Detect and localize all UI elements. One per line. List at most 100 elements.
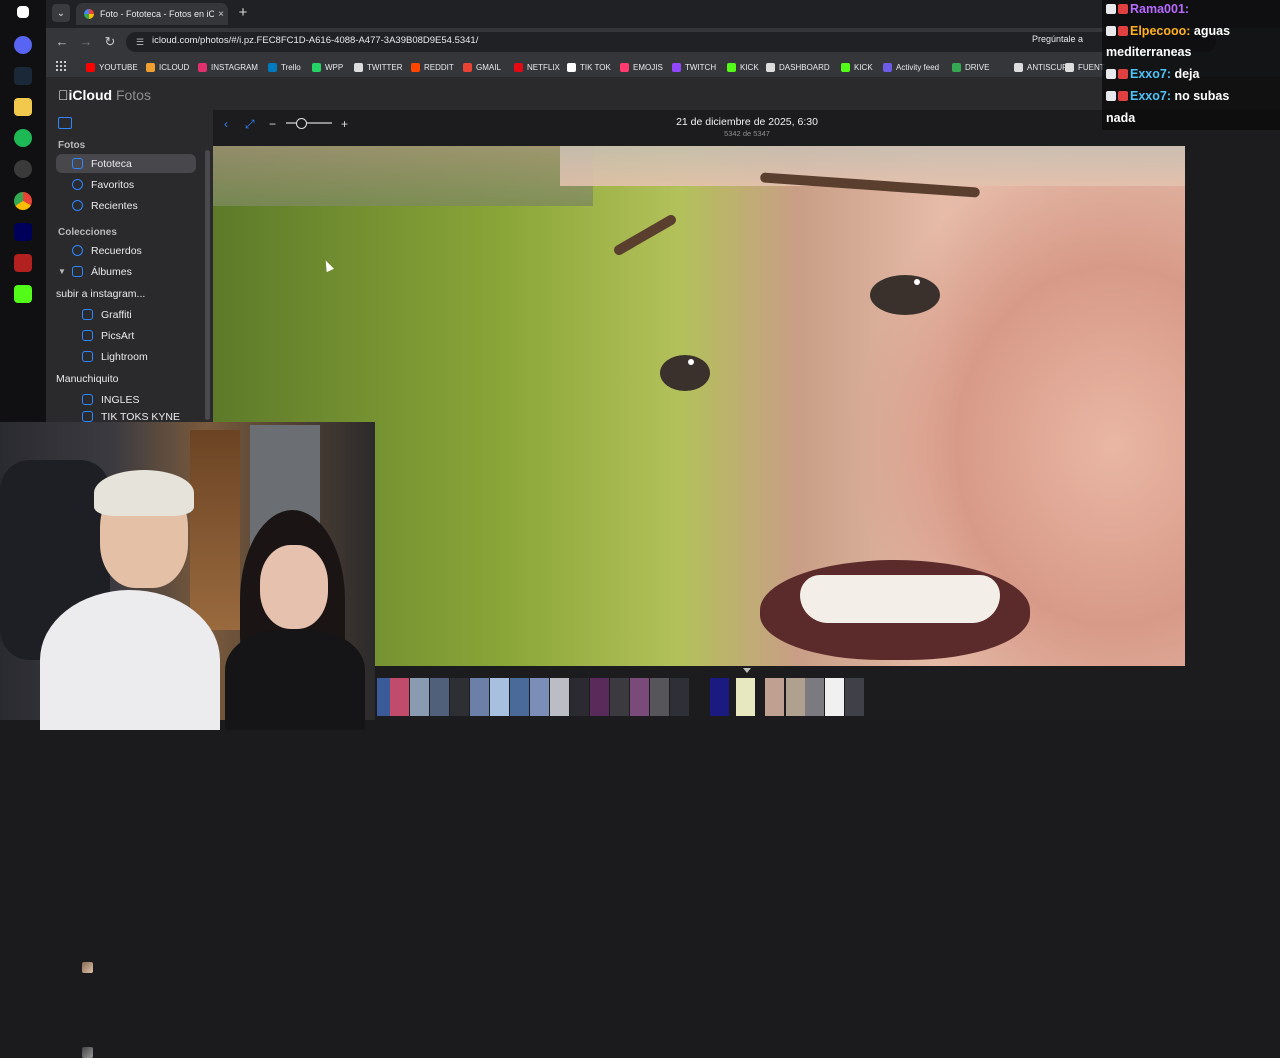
filmstrip-thumbnail[interactable] — [390, 678, 409, 716]
bookmark-item[interactable]: DASHBOARD — [766, 60, 830, 74]
bookmark-item[interactable]: DRIVE — [952, 60, 989, 74]
chat-message: Exxo7: deja — [1106, 67, 1199, 81]
bookmark-item[interactable]: Trello — [268, 60, 301, 74]
kick-icon[interactable] — [14, 285, 32, 303]
filmstrip-thumbnail[interactable] — [590, 678, 609, 716]
sidebar-toggle-icon[interactable] — [58, 117, 72, 129]
bookmark-item[interactable]: ICLOUD — [146, 60, 189, 74]
chat-username[interactable]: Exxo7: — [1130, 67, 1174, 81]
filmstrip-thumbnail[interactable] — [630, 678, 649, 716]
reload-icon[interactable]: ↻ — [102, 34, 118, 50]
new-tab-button[interactable]: + — [236, 5, 250, 21]
chat-username[interactable]: Exxo7: — [1130, 89, 1174, 103]
filmstrip-thumbnail[interactable] — [786, 678, 805, 716]
album-item[interactable]: TIK TOKS KYNE — [56, 411, 196, 422]
bookmark-favicon-icon — [1014, 62, 1023, 72]
ask-button[interactable]: Pregúntale a — [1032, 34, 1083, 44]
album-item[interactable]: subir a instagram... — [56, 284, 196, 973]
bookmark-item[interactable]: INSTAGRAM — [198, 60, 258, 74]
premiere-icon[interactable] — [14, 223, 32, 241]
bookmark-item[interactable]: TWITTER — [354, 60, 403, 74]
album-label: Graffiti — [101, 308, 132, 321]
sidebar-item-fototeca[interactable]: Fototeca — [56, 154, 196, 173]
chrome-icon[interactable] — [14, 192, 32, 210]
chat-message: Elpecooo: aguas — [1106, 24, 1230, 38]
bookmark-item[interactable]: ANTISCUFF — [1014, 60, 1072, 74]
chat-username[interactable]: Rama001: — [1130, 2, 1189, 16]
bookmark-item[interactable]: EMOJIS — [620, 60, 663, 74]
album-item[interactable]: INGLES — [56, 390, 196, 409]
bookmark-item[interactable]: KICK — [727, 60, 759, 74]
windows-start-icon[interactable] — [17, 6, 29, 18]
bookmark-item[interactable]: GMAIL — [463, 60, 501, 74]
filmstrip-thumbnail[interactable] — [550, 678, 569, 716]
bookmark-item[interactable]: KICK — [841, 60, 873, 74]
app-icon[interactable] — [14, 254, 32, 272]
chat-username[interactable]: Elpecooo: — [1130, 24, 1194, 38]
album-item[interactable]: PicsArt — [56, 326, 196, 345]
filmstrip-thumbnail[interactable] — [825, 678, 844, 716]
forward-icon[interactable]: → — [78, 34, 94, 50]
filmstrip-thumbnail[interactable] — [736, 678, 755, 716]
filmstrip-thumbnail[interactable] — [710, 678, 729, 716]
bookmark-item[interactable]: WPP — [312, 60, 343, 74]
filmstrip-thumbnail[interactable] — [470, 678, 489, 716]
filmstrip-thumbnail[interactable] — [845, 678, 864, 716]
zoom-out-button[interactable]: − — [269, 117, 276, 131]
sidebar-item-albumes[interactable]: Álbumes — [56, 262, 196, 281]
file-explorer-icon[interactable] — [14, 98, 32, 116]
tab-search-icon[interactable]: ⌄ — [52, 4, 70, 22]
album-item[interactable]: Lightroom — [56, 347, 196, 366]
site-info-icon[interactable]: ☰ — [134, 36, 146, 48]
library-icon — [72, 158, 83, 169]
spotify-icon[interactable] — [14, 129, 32, 147]
mod-badge-icon — [1118, 4, 1128, 14]
url-text[interactable]: icloud.com/photos/#/i.pz.FEC8FC1D-A616-4… — [152, 35, 478, 46]
bookmark-favicon-icon — [1065, 62, 1074, 72]
filmstrip-thumbnail[interactable] — [430, 678, 449, 716]
bookmark-item[interactable]: NETFLIX — [514, 60, 560, 74]
filmstrip-thumbnail[interactable] — [670, 678, 689, 716]
bookmark-favicon-icon — [411, 62, 420, 72]
filmstrip-thumbnail[interactable] — [570, 678, 589, 716]
bookmark-item[interactable]: Activity feed — [883, 60, 939, 74]
filmstrip-thumbnail[interactable] — [765, 678, 784, 716]
sidebar-scrollbar[interactable] — [205, 150, 210, 420]
discord-icon[interactable] — [14, 36, 32, 54]
sidebar-item-favoritos[interactable]: Favoritos — [56, 175, 196, 194]
sidebar-item-recientes[interactable]: Recientes — [56, 196, 196, 215]
back-icon[interactable]: ← — [54, 34, 70, 50]
fullscreen-icon[interactable]: ⤢ — [245, 117, 255, 132]
zoom-in-button[interactable]: + — [341, 117, 348, 131]
filmstrip-thumbnail[interactable] — [510, 678, 529, 716]
bookmark-item[interactable]: REDDIT — [411, 60, 454, 74]
bookmark-item[interactable]: TWITCH — [672, 60, 716, 74]
zoom-slider[interactable] — [286, 122, 332, 124]
bookmark-item[interactable]: FUENT — [1065, 60, 1105, 74]
filmstrip-thumbnail[interactable] — [610, 678, 629, 716]
obs-icon[interactable] — [14, 160, 32, 178]
album-item[interactable]: Graffiti — [56, 305, 196, 324]
filmstrip-thumbnail[interactable] — [490, 678, 509, 716]
browser-tab[interactable]: Foto - Fototeca - Fotos en iCloud × — [76, 3, 228, 25]
filmstrip-thumbnail[interactable] — [805, 678, 824, 716]
bookmark-item[interactable]: TIK TOK — [567, 60, 611, 74]
steam-icon[interactable] — [14, 67, 32, 85]
filmstrip-thumbnail[interactable] — [650, 678, 669, 716]
bookmark-label: FUENT — [1078, 62, 1105, 72]
bookmark-favicon-icon — [883, 62, 892, 72]
filmstrip-thumbnail[interactable] — [410, 678, 429, 716]
bookmark-label: TWITTER — [367, 62, 403, 72]
album-item[interactable]: Manuchiquito — [56, 369, 196, 1058]
icloud-logo[interactable]: iCloud Fotos — [58, 87, 151, 103]
filmstrip-thumbnail[interactable] — [450, 678, 469, 716]
zoom-slider-handle[interactable] — [295, 118, 307, 129]
bookmark-item[interactable]: YOUTUBE — [86, 60, 138, 74]
filmstrip-thumbnail[interactable] — [530, 678, 549, 716]
apps-grid-icon[interactable] — [56, 61, 66, 71]
sidebar-item-recuerdos[interactable]: Recuerdos — [56, 241, 196, 260]
bookmark-label: ICLOUD — [159, 62, 190, 72]
album-label: Lightroom — [101, 350, 148, 363]
back-chevron-icon[interactable]: ‹ — [224, 117, 228, 131]
tab-close-icon[interactable]: × — [214, 9, 228, 20]
